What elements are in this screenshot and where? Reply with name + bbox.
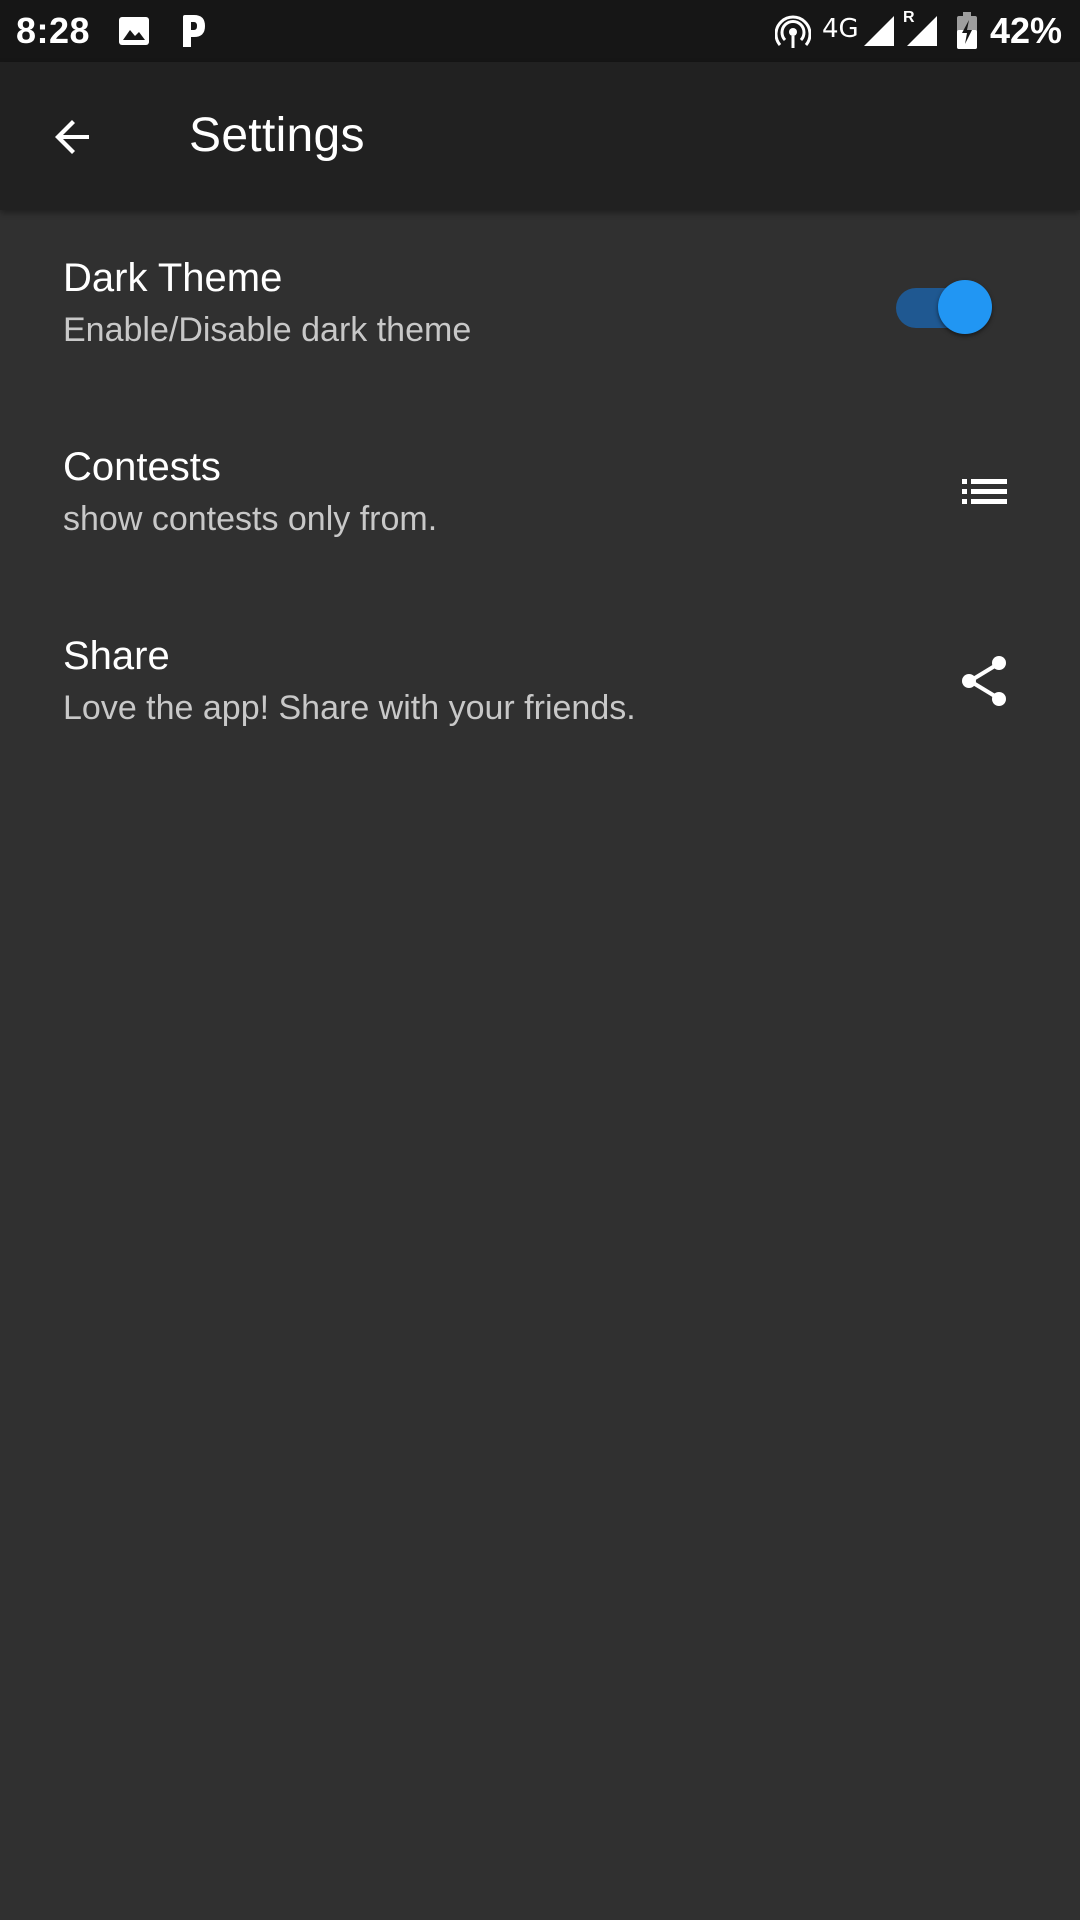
image-icon	[118, 16, 150, 51]
settings-list: Dark Theme Enable/Disable dark theme Con…	[0, 210, 1080, 777]
setting-title: Share	[63, 634, 170, 678]
network-type: 4G	[822, 14, 859, 44]
setting-title: Contests	[63, 445, 221, 489]
status-time: 8:28	[16, 10, 91, 51]
status-bar: 8:28 4G R 42%	[0, 0, 1080, 62]
page-title: Settings	[189, 109, 365, 162]
setting-summary: Enable/Disable dark theme	[63, 311, 472, 349]
list-icon[interactable]	[955, 462, 1015, 522]
setting-dark-theme[interactable]: Dark Theme Enable/Disable dark theme	[0, 210, 1080, 399]
setting-contests[interactable]: Contests show contests only from.	[0, 399, 1080, 588]
back-button[interactable]	[30, 96, 116, 182]
setting-summary: show contests only from.	[63, 500, 438, 538]
signal-icon	[862, 14, 896, 53]
p-app-icon	[178, 13, 208, 54]
hotspot-icon	[774, 14, 812, 55]
battery-percent: 42%	[990, 10, 1063, 51]
setting-share[interactable]: Share Love the app! Share with your frie…	[0, 588, 1080, 777]
app-bar: Settings	[0, 62, 1080, 210]
toggle-thumb	[938, 280, 992, 334]
setting-title: Dark Theme	[63, 256, 283, 300]
dark-theme-toggle[interactable]	[896, 280, 992, 336]
share-icon[interactable]	[955, 651, 1015, 711]
arrow-back-icon	[49, 113, 97, 166]
roaming-signal-icon	[905, 14, 939, 53]
setting-summary: Love the app! Share with your friends.	[63, 689, 636, 727]
battery-charging-icon	[956, 12, 978, 55]
